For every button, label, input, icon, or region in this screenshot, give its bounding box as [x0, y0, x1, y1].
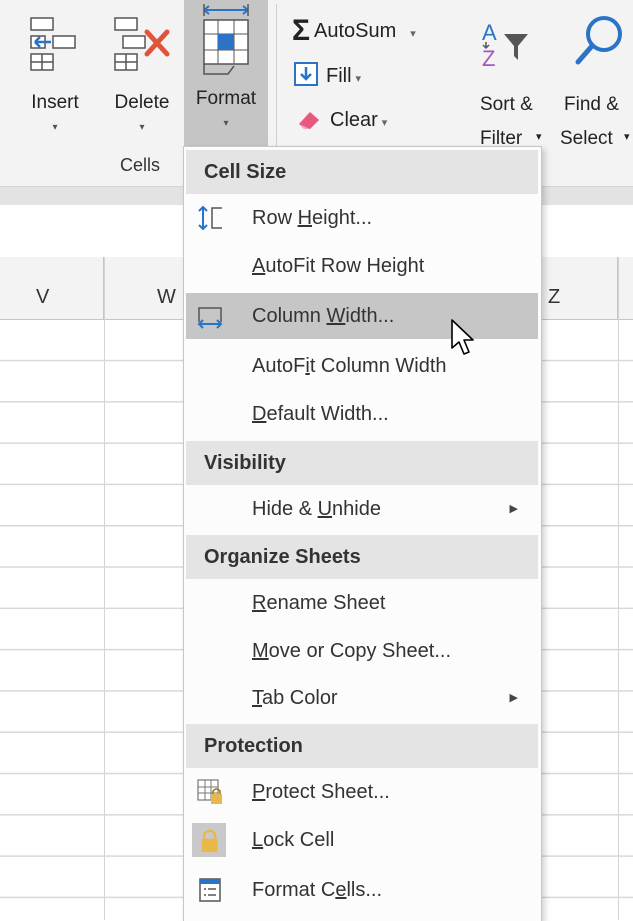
- menu-item-lock-cell[interactable]: Lock Cell: [186, 817, 538, 863]
- menu-item-protect-sheet[interactable]: Protect Sheet...: [186, 769, 538, 815]
- menu-item-autofit-row-height[interactable]: AutoFit Row Height: [186, 243, 538, 289]
- menu-item-row-height[interactable]: Row Height...: [186, 195, 538, 241]
- sort-filter-icon: A Z: [482, 20, 528, 71]
- cells-group-label: Cells: [119, 155, 160, 175]
- autosum-button[interactable]: Σ AutoSum ▾: [292, 14, 416, 48]
- format-dropdown-caret: ▾: [223, 118, 229, 129]
- menu-item-format-cells[interactable]: Format Cells...: [186, 867, 538, 913]
- fill-label: Fill: [326, 65, 352, 87]
- sort-filter-label-1: Sort &: [480, 94, 533, 115]
- format-cells-dialog-icon: [199, 878, 221, 902]
- delete-label: Delete: [114, 92, 170, 113]
- sigma-icon: Σ: [292, 14, 311, 47]
- fill-down-icon: [294, 62, 318, 86]
- format-button[interactable]: Format ▾: [184, 0, 268, 146]
- sort-filter-button[interactable]: A Z Sort & Filter ▾: [476, 10, 556, 149]
- insert-button[interactable]: Insert ▾: [20, 4, 90, 146]
- menu-item-hide-unhide[interactable]: Hide & Unhide ▶: [186, 486, 538, 532]
- find-select-label-2: Select: [560, 128, 613, 146]
- fill-button[interactable]: Fill ▾: [294, 62, 361, 88]
- column-width-icon: [197, 307, 223, 329]
- format-dropdown-menu: Cell Size Row Height... AutoFit Row Heig…: [183, 146, 542, 921]
- menu-section-organize-sheets: Organize Sheets: [186, 535, 538, 579]
- sort-filter-dropdown-caret: ▾: [536, 131, 542, 143]
- format-cells-icon: [203, 4, 249, 75]
- insert-label: Insert: [31, 92, 79, 113]
- delete-cells-icon: [114, 17, 170, 71]
- svg-text:A: A: [482, 20, 497, 45]
- menu-section-visibility: Visibility: [186, 441, 538, 485]
- insert-cells-icon: [30, 17, 76, 71]
- find-select-dropdown-caret: ▾: [624, 131, 630, 143]
- delete-button[interactable]: Delete ▾: [104, 4, 180, 146]
- autosum-label: AutoSum: [314, 20, 397, 42]
- svg-text:Z: Z: [482, 46, 495, 71]
- delete-dropdown-caret: ▾: [139, 122, 145, 133]
- mouse-pointer-icon: [451, 319, 474, 355]
- clear-dropdown-caret: ▾: [381, 117, 388, 129]
- clear-label: Clear: [330, 109, 378, 131]
- menu-item-default-width[interactable]: Default Width...: [186, 391, 538, 437]
- submenu-arrow-icon: ▶: [509, 503, 518, 515]
- menu-item-column-width[interactable]: Column Width...: [186, 293, 538, 339]
- fill-dropdown-caret: ▾: [355, 73, 362, 85]
- menu-item-move-copy-sheet[interactable]: Move or Copy Sheet...: [186, 628, 538, 674]
- find-select-label-1: Find &: [564, 94, 619, 115]
- column-header-v[interactable]: V: [0, 257, 104, 319]
- row-height-icon: [198, 205, 222, 231]
- protect-sheet-icon: [197, 779, 222, 804]
- menu-section-cell-size: Cell Size: [186, 150, 538, 194]
- find-select-button[interactable]: Find & Select ▾: [560, 10, 633, 146]
- magnifier-icon: [575, 16, 622, 65]
- format-label: Format: [195, 88, 257, 109]
- menu-item-autofit-column-width[interactable]: AutoFit Column Width: [186, 343, 538, 389]
- menu-section-protection: Protection: [186, 724, 538, 768]
- menu-item-rename-sheet[interactable]: Rename Sheet: [186, 580, 538, 626]
- eraser-icon: [299, 112, 319, 129]
- submenu-arrow-icon: ▶: [509, 692, 518, 704]
- autosum-dropdown-caret: ▾: [410, 28, 416, 40]
- insert-dropdown-caret: ▾: [52, 122, 58, 133]
- menu-item-tab-color[interactable]: Tab Color ▶: [186, 675, 538, 721]
- lock-icon: [192, 823, 226, 857]
- column-header-z[interactable]: Z: [540, 257, 618, 319]
- clear-button[interactable]: Clear ▾: [296, 108, 387, 132]
